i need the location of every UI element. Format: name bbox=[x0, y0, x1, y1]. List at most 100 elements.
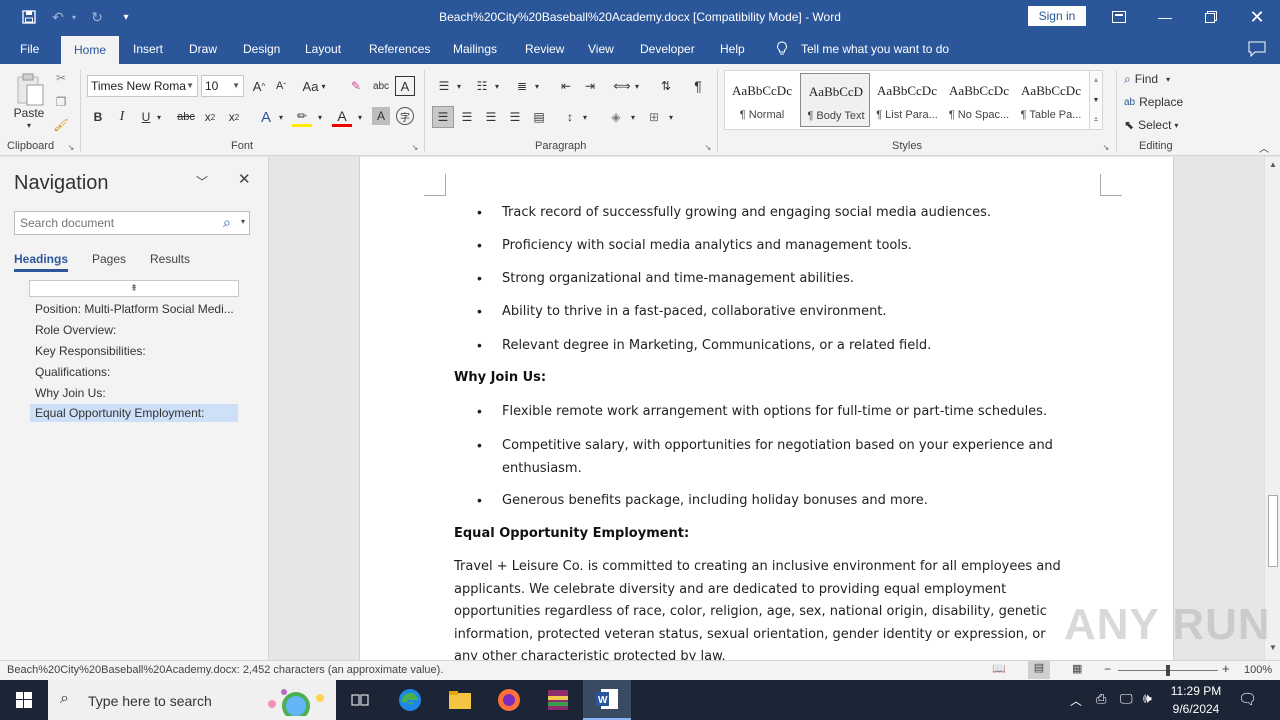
font-size-combo[interactable]: 10 ▼ bbox=[201, 75, 244, 97]
tab-mailings[interactable]: Mailings bbox=[453, 34, 497, 64]
text-effects-dropdown-icon[interactable]: ▾ bbox=[276, 109, 286, 125]
word-app-icon[interactable]: W bbox=[583, 680, 631, 720]
tab-design[interactable]: Design bbox=[243, 34, 280, 64]
style-normal[interactable]: AaBbCcDc ¶ Normal bbox=[727, 73, 797, 127]
enclose-characters-icon[interactable]: 字 bbox=[396, 107, 414, 125]
taskbar-search-box[interactable]: ⌕ Type here to search bbox=[48, 680, 336, 720]
collapse-all-icon[interactable]: ⇞ bbox=[29, 280, 239, 297]
underline-dropdown-icon[interactable]: ▾ bbox=[154, 109, 164, 125]
borders-dropdown-icon[interactable]: ▾ bbox=[666, 109, 676, 125]
clock-date[interactable]: 9/6/2024 bbox=[1166, 702, 1226, 716]
network-status-icon[interactable]: ⎙ bbox=[1096, 691, 1106, 707]
tab-home[interactable]: Home bbox=[61, 36, 119, 64]
paste-icon[interactable] bbox=[12, 70, 48, 110]
ribbon-display-options-icon[interactable] bbox=[1096, 0, 1142, 34]
asian-layout-icon[interactable]: ⟺ bbox=[612, 76, 632, 96]
zoom-in-icon[interactable]: + bbox=[1222, 661, 1230, 676]
tab-pages[interactable]: Pages bbox=[92, 252, 126, 266]
bullets-icon[interactable]: ☰ bbox=[434, 76, 454, 96]
cut-icon[interactable]: ✂ bbox=[52, 69, 70, 87]
asian-layout-dropdown-icon[interactable]: ▾ bbox=[632, 78, 642, 94]
file-explorer-icon[interactable] bbox=[436, 680, 484, 720]
print-layout-icon[interactable]: ▤ bbox=[1028, 661, 1050, 679]
tab-results[interactable]: Results bbox=[150, 252, 190, 266]
decrease-indent-icon[interactable]: ⇤ bbox=[556, 76, 576, 96]
line-spacing-dropdown-icon[interactable]: ▾ bbox=[580, 109, 590, 125]
more-styles-icon[interactable]: ⩡ bbox=[1090, 113, 1102, 127]
show-hidden-icons-icon[interactable]: ︿ bbox=[1070, 692, 1082, 709]
increase-indent-icon[interactable]: ⇥ bbox=[580, 76, 600, 96]
read-mode-icon[interactable]: 📖 bbox=[992, 662, 1008, 678]
tab-review[interactable]: Review bbox=[525, 34, 564, 64]
restore-button[interactable] bbox=[1188, 0, 1234, 34]
style-table-paragraph[interactable]: AaBbCcDc ¶ Table Pa... bbox=[1016, 73, 1086, 127]
align-center-icon[interactable]: ☰ bbox=[457, 107, 477, 127]
heading-item[interactable]: Qualifications: bbox=[30, 363, 238, 381]
subscript-icon[interactable]: x2 bbox=[200, 107, 220, 127]
heading-item[interactable]: Key Responsibilities: bbox=[30, 342, 238, 360]
find-button[interactable]: ⌕ Find ▾ bbox=[1124, 70, 1194, 88]
underline-icon[interactable]: U bbox=[138, 107, 154, 127]
notifications-icon[interactable]: 🗨 bbox=[1238, 690, 1257, 708]
search-document-box[interactable]: ⌕ ▾ bbox=[14, 211, 250, 235]
tab-insert[interactable]: Insert bbox=[133, 34, 163, 64]
sort-icon[interactable]: ⇅ bbox=[656, 76, 676, 96]
select-button[interactable]: ⬉ Select ▾ bbox=[1124, 116, 1194, 134]
search-icon[interactable]: ⌕ bbox=[223, 214, 231, 231]
tab-references[interactable]: References bbox=[369, 34, 430, 64]
multilevel-list-icon[interactable]: ≣ bbox=[512, 76, 532, 96]
tab-view[interactable]: View bbox=[588, 34, 614, 64]
close-pane-icon[interactable]: ✕ bbox=[238, 170, 254, 188]
monitor-icon[interactable]: 🖵 bbox=[1120, 691, 1133, 707]
highlight-dropdown-icon[interactable]: ▾ bbox=[315, 109, 325, 125]
line-spacing-icon[interactable]: ↕ bbox=[560, 107, 580, 127]
tab-headings[interactable]: Headings bbox=[14, 252, 69, 272]
show-paragraph-marks-icon[interactable]: ¶ bbox=[688, 76, 708, 96]
heading-item[interactable]: Position: Multi-Platform Social Medi... bbox=[30, 300, 238, 318]
heading-item-selected[interactable]: Equal Opportunity Employment: bbox=[30, 404, 238, 422]
italic-icon[interactable]: I bbox=[114, 107, 130, 127]
shading-icon[interactable]: ◈ bbox=[606, 107, 626, 127]
collapse-ribbon-icon[interactable]: ︿ bbox=[1256, 140, 1272, 155]
scroll-down-icon[interactable]: ▼ bbox=[1090, 93, 1102, 107]
winrar-icon[interactable] bbox=[534, 680, 582, 720]
character-shading-icon[interactable]: A bbox=[372, 107, 390, 125]
font-launcher-icon[interactable]: ↘ bbox=[410, 142, 420, 152]
document-page[interactable]: • Track record of successfully growing a… bbox=[359, 157, 1174, 660]
shading-dropdown-icon[interactable]: ▾ bbox=[628, 109, 638, 125]
paste-dropdown-icon[interactable]: ▾ bbox=[24, 120, 34, 130]
zoom-out-icon[interactable]: − bbox=[1104, 662, 1111, 676]
vertical-scrollbar[interactable]: ▲ ▼ bbox=[1264, 157, 1280, 660]
zoom-slider-thumb[interactable] bbox=[1166, 665, 1170, 676]
scroll-up-icon[interactable]: ▲ bbox=[1090, 73, 1102, 87]
shrink-font-icon[interactable]: Aˇ bbox=[272, 76, 290, 96]
style-no-spacing[interactable]: AaBbCcDc ¶ No Spac... bbox=[944, 73, 1014, 127]
zoom-level[interactable]: 100% bbox=[1244, 664, 1272, 676]
tab-help[interactable]: Help bbox=[720, 34, 745, 64]
clock-time[interactable]: 11:29 PM bbox=[1166, 684, 1226, 698]
numbering-icon[interactable]: ☷ bbox=[472, 76, 492, 96]
numbering-dropdown-icon[interactable]: ▾ bbox=[492, 78, 502, 94]
task-view-icon[interactable] bbox=[336, 680, 384, 720]
highlight-color-icon[interactable]: ✏ bbox=[292, 107, 312, 127]
align-right-icon[interactable]: ☰ bbox=[481, 107, 501, 127]
edge-browser-icon[interactable] bbox=[386, 680, 434, 720]
phonetic-guide-icon[interactable]: abc bbox=[371, 76, 391, 96]
sign-in-button[interactable]: Sign in bbox=[1028, 6, 1086, 26]
close-button[interactable]: ✕ bbox=[1234, 0, 1280, 34]
borders-icon[interactable]: ⊞ bbox=[644, 107, 664, 127]
change-case-button[interactable]: Aa ▾ bbox=[300, 76, 328, 96]
scroll-thumb[interactable] bbox=[1268, 495, 1278, 567]
distributed-icon[interactable]: ▤ bbox=[529, 107, 549, 127]
comments-icon[interactable] bbox=[1248, 34, 1266, 64]
tab-file[interactable]: File bbox=[20, 34, 39, 64]
style-body-text[interactable]: AaBbCcD ¶ Body Text bbox=[800, 73, 870, 127]
grow-font-icon[interactable]: A ^ bbox=[250, 76, 268, 96]
heading-item[interactable]: Why Join Us: bbox=[30, 384, 238, 402]
bullets-dropdown-icon[interactable]: ▾ bbox=[454, 78, 464, 94]
tab-layout[interactable]: Layout bbox=[305, 34, 341, 64]
tab-draw[interactable]: Draw bbox=[189, 34, 217, 64]
firefox-icon[interactable] bbox=[485, 680, 533, 720]
font-color-icon[interactable]: A bbox=[332, 107, 352, 127]
web-layout-icon[interactable]: ▦ bbox=[1072, 662, 1088, 678]
